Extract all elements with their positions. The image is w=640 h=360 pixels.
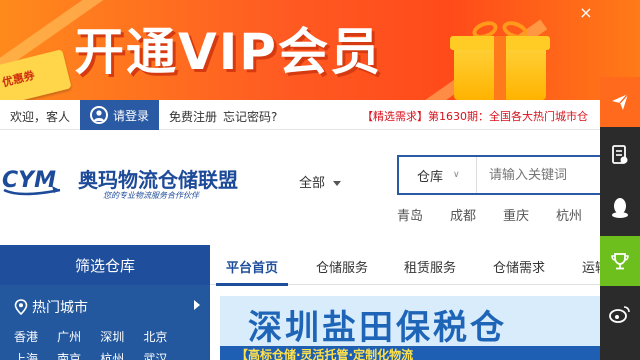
search-type-select[interactable]: 仓库 ∨ — [399, 157, 477, 193]
search-box: 仓库 ∨ — [397, 155, 604, 195]
city-link[interactable]: 上海 — [14, 349, 38, 360]
hot-city-link[interactable]: 青岛 — [397, 205, 423, 224]
weibo-button[interactable] — [600, 289, 640, 339]
hot-city-link[interactable]: 成都 — [450, 205, 476, 224]
hot-city-link[interactable]: 重庆 — [503, 205, 529, 224]
weibo-icon — [609, 306, 630, 323]
city-list: 香港 广州 深圳 北京 上海 南京 杭州 武汉 — [14, 326, 204, 360]
gift-box-icon — [450, 18, 550, 100]
city-link[interactable]: 深圳 — [100, 327, 124, 348]
register-link[interactable]: 免费注册 — [169, 108, 217, 125]
city-link[interactable]: 杭州 — [100, 349, 124, 360]
caret-down-icon — [333, 181, 342, 186]
document-button[interactable] — [600, 130, 640, 180]
login-label: 请登录 — [113, 108, 150, 123]
qq-button[interactable] — [600, 183, 640, 233]
qq-icon — [612, 198, 628, 218]
page: 优惠券 开通VIP会员 × 欢迎，客人 请登录 免费注册 忘记密码? 【精选需求… — [0, 0, 640, 360]
logo-mark-text: CYM — [2, 168, 56, 193]
search-hot-cities: 青岛 成都 重庆 杭州 — [397, 205, 609, 224]
hot-city-label: 热门城市 — [32, 300, 88, 316]
location-pin-icon — [14, 299, 28, 315]
main-nav: 平台首页 仓储服务 租赁服务 仓储需求 运输 — [210, 245, 608, 285]
tab-rental-service[interactable]: 租赁服务 — [404, 257, 456, 276]
news-ticker[interactable]: 【精选需求】第1630期：全国各大热门城市仓 — [362, 108, 600, 124]
city-link[interactable]: 南京 — [57, 349, 81, 360]
hot-city-link[interactable]: 杭州 — [556, 205, 582, 224]
trophy-icon — [611, 253, 629, 270]
send-button[interactable] — [600, 77, 640, 127]
close-icon[interactable]: × — [579, 5, 593, 21]
city-link[interactable]: 香港 — [14, 327, 38, 348]
vip-banner-title: 开通VIP会员 — [74, 23, 382, 81]
active-tab-indicator — [216, 283, 288, 286]
vip-banner[interactable]: 优惠券 开通VIP会员 × — [0, 0, 640, 100]
welcome-text: 欢迎，客人 — [10, 110, 71, 124]
site-logo[interactable]: CYM 奥玛物流仓储联盟 您的专业物流服务合作伙伴 — [0, 150, 250, 210]
tab-warehouse-service[interactable]: 仓储服务 — [316, 257, 368, 276]
logo-slogan: 您的专业物流服务合作伙伴 — [103, 191, 199, 200]
logo-text: 奥玛物流仓储联盟 — [78, 168, 238, 192]
send-icon — [612, 93, 629, 110]
coupon-label: 优惠券 — [0, 68, 37, 90]
chevron-right-icon[interactable] — [194, 300, 200, 310]
side-toolbar — [600, 77, 640, 360]
promo-banner-title: 深圳盐田保税仓 — [248, 308, 507, 348]
login-bar: 欢迎，客人 请登录 免费注册 忘记密码? 【精选需求】第1630期：全国各大热门… — [0, 100, 600, 130]
city-link[interactable]: 武汉 — [143, 349, 167, 360]
category-dropdown-label: 全部 — [299, 176, 326, 191]
tab-warehouse-demand[interactable]: 仓储需求 — [493, 257, 545, 276]
search-type-label: 仓库 — [417, 169, 444, 185]
document-icon — [612, 145, 628, 164]
login-button[interactable]: 请登录 — [80, 100, 159, 130]
hot-city-header[interactable]: 热门城市 — [14, 297, 88, 317]
category-dropdown[interactable]: 全部 — [299, 172, 342, 191]
search-input[interactable] — [479, 157, 604, 193]
promo-banner-subtitle: 【高标仓储·灵活托管·定制化物流 — [236, 348, 414, 360]
logo-mark-icon: CYM — [2, 168, 61, 196]
trophy-button[interactable] — [600, 236, 640, 286]
city-link[interactable]: 北京 — [143, 327, 167, 348]
city-link[interactable]: 广州 — [57, 327, 81, 348]
filter-panel-title: 筛选仓库 — [0, 245, 210, 285]
chevron-down-icon: ∨ — [453, 170, 460, 180]
tab-home[interactable]: 平台首页 — [226, 257, 278, 276]
forgot-password-link[interactable]: 忘记密码? — [223, 108, 277, 125]
user-icon — [90, 106, 108, 124]
promo-banner[interactable]: 深圳盐田保税仓 【高标仓储·灵活托管·定制化物流 — [220, 296, 600, 360]
